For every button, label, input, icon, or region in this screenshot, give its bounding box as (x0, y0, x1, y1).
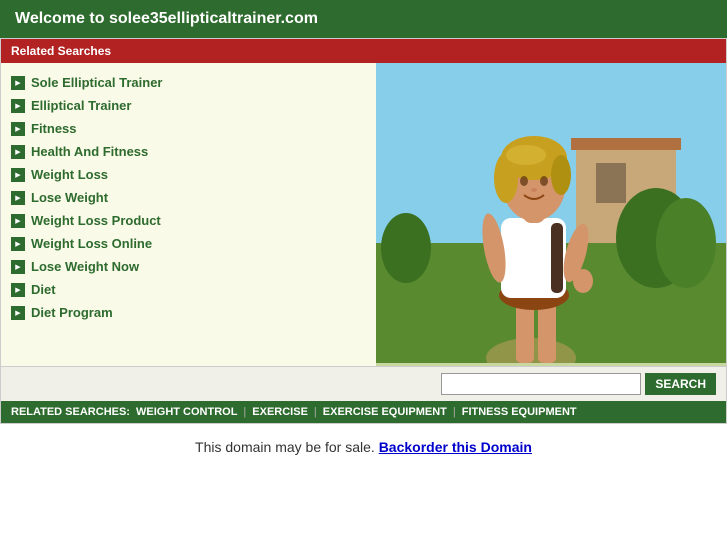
bottom-related-label: RELATED SEARCHES: (11, 406, 130, 418)
list-item: Sole Elliptical Trainer (11, 71, 366, 94)
bottom-link-exercise-equipment[interactable]: EXERCISE EQUIPMENT (323, 406, 447, 418)
arrow-icon (11, 122, 25, 136)
list-item: Lose Weight Now (11, 255, 366, 278)
sale-notice: This domain may be for sale. Backorder t… (0, 424, 727, 470)
arrow-icon (11, 191, 25, 205)
link-lose-weight[interactable]: Lose Weight (31, 190, 108, 205)
arrow-icon (11, 214, 25, 228)
separator: | (453, 406, 456, 418)
page-header: Welcome to solee35ellipticaltrainer.com (0, 0, 727, 38)
list-item: Health And Fitness (11, 140, 366, 163)
arrow-icon (11, 283, 25, 297)
arrow-icon (11, 260, 25, 274)
list-item: Weight Loss Online (11, 232, 366, 255)
link-weight-loss-online[interactable]: Weight Loss Online (31, 236, 152, 251)
list-item: Elliptical Trainer (11, 94, 366, 117)
search-button[interactable]: SEARCH (645, 373, 716, 395)
arrow-icon (11, 306, 25, 320)
link-sole-elliptical-trainer[interactable]: Sole Elliptical Trainer (31, 75, 163, 90)
list-item: Diet (11, 278, 366, 301)
separator: | (243, 406, 246, 418)
link-diet-program[interactable]: Diet Program (31, 305, 113, 320)
image-panel (376, 63, 726, 366)
related-searches-header: Related Searches (1, 39, 726, 63)
bottom-link-exercise[interactable]: EXERCISE (252, 406, 308, 418)
separator: | (314, 406, 317, 418)
search-bar-area: SEARCH (1, 366, 726, 401)
bottom-link-fitness-equipment[interactable]: FITNESS EQUIPMENT (462, 406, 577, 418)
arrow-icon (11, 145, 25, 159)
link-weight-loss-product[interactable]: Weight Loss Product (31, 213, 161, 228)
bottom-related-bar: RELATED SEARCHES: WEIGHT CONTROL | EXERC… (1, 401, 726, 423)
bottom-link-weight-control[interactable]: WEIGHT CONTROL (136, 406, 237, 418)
header-title: Welcome to solee35ellipticaltrainer.com (15, 10, 318, 27)
sale-text: This domain may be for sale. (195, 439, 375, 455)
link-fitness[interactable]: Fitness (31, 121, 77, 136)
arrow-icon (11, 168, 25, 182)
link-health-and-fitness[interactable]: Health And Fitness (31, 144, 148, 159)
list-item: Weight Loss Product (11, 209, 366, 232)
links-panel: Sole Elliptical Trainer Elliptical Train… (1, 63, 376, 366)
content-split: Sole Elliptical Trainer Elliptical Train… (1, 63, 726, 366)
arrow-icon (11, 237, 25, 251)
link-diet[interactable]: Diet (31, 282, 56, 297)
woman-illustration (376, 63, 726, 363)
arrow-icon (11, 99, 25, 113)
search-input[interactable] (441, 373, 641, 395)
arrow-icon (11, 76, 25, 90)
list-item: Diet Program (11, 301, 366, 324)
list-item: Lose Weight (11, 186, 366, 209)
list-item: Weight Loss (11, 163, 366, 186)
main-container: Related Searches Sole Elliptical Trainer… (0, 38, 727, 424)
link-weight-loss[interactable]: Weight Loss (31, 167, 108, 182)
link-elliptical-trainer[interactable]: Elliptical Trainer (31, 98, 131, 113)
backorder-link[interactable]: Backorder this Domain (379, 439, 532, 455)
list-item: Fitness (11, 117, 366, 140)
link-lose-weight-now[interactable]: Lose Weight Now (31, 259, 139, 274)
